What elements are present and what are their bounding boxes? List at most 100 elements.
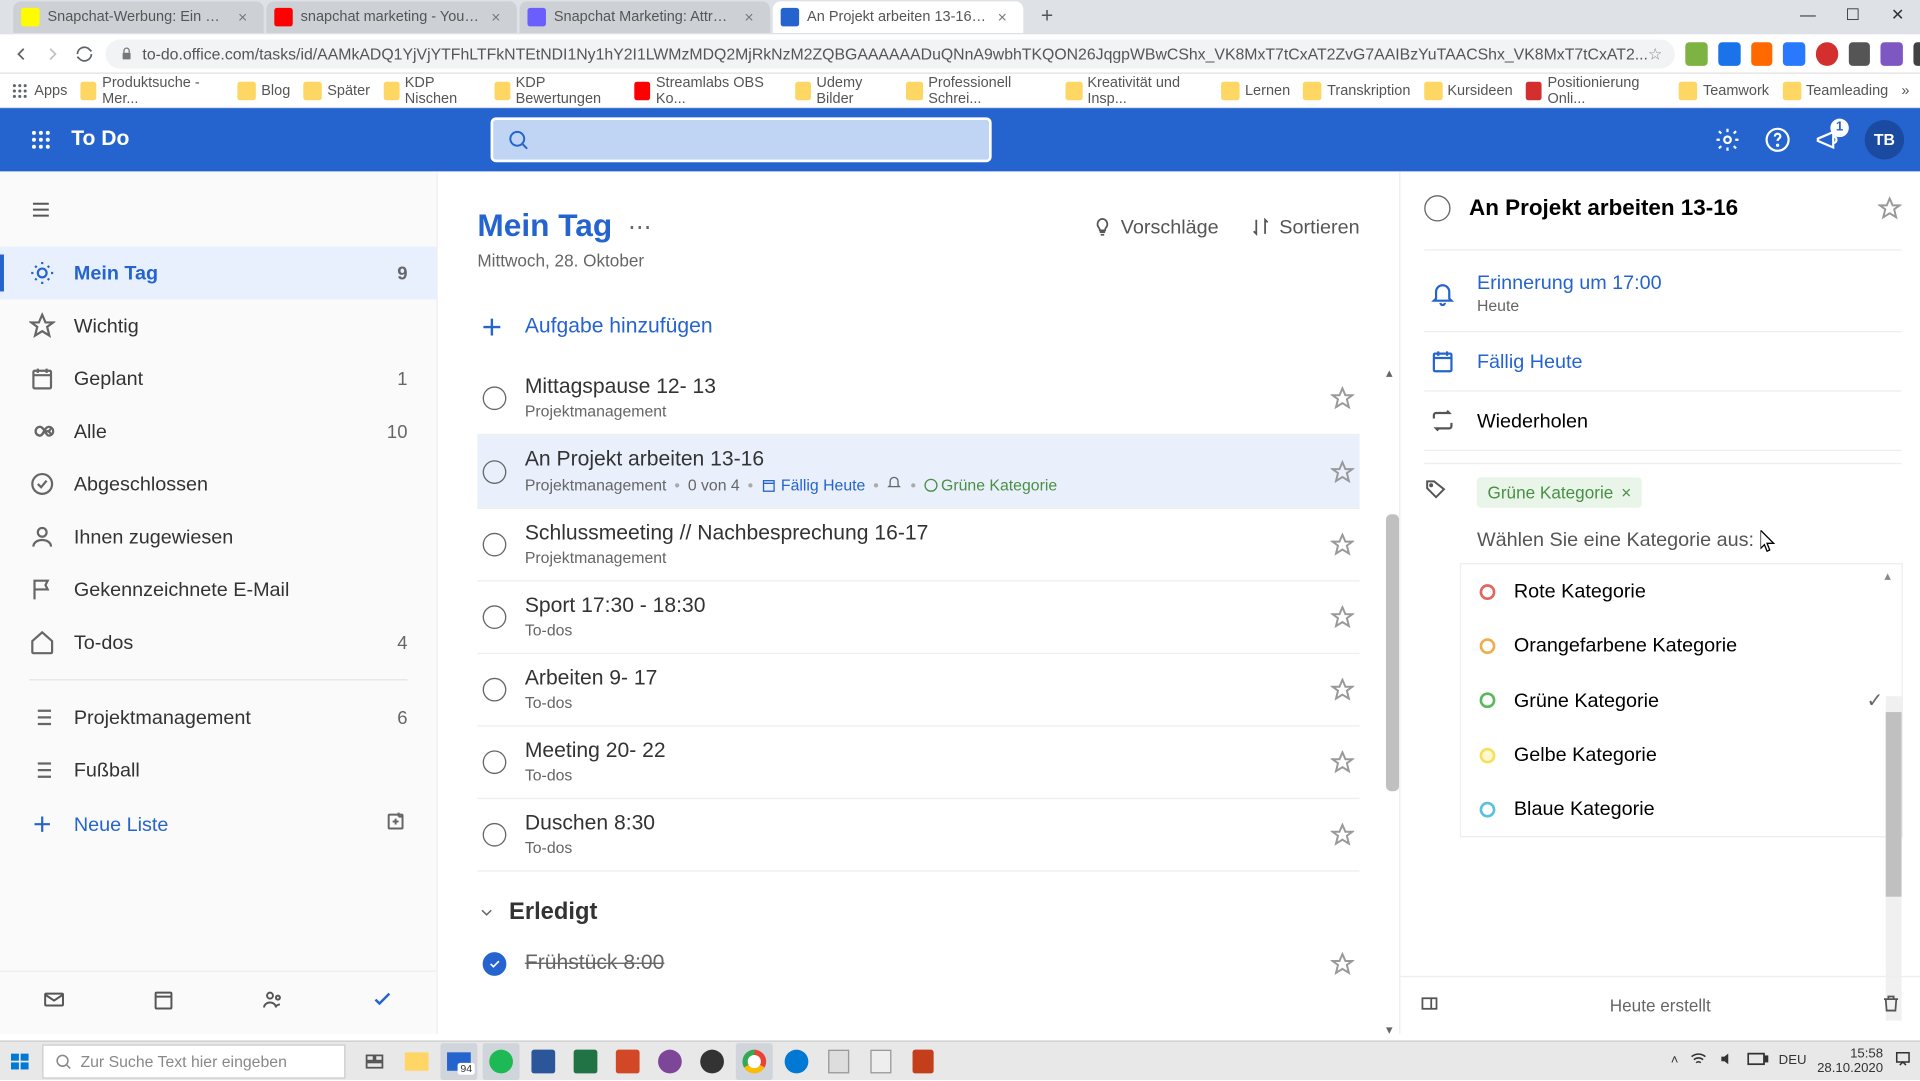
task-checkbox[interactable] — [483, 605, 507, 629]
start-button[interactable] — [0, 1041, 40, 1081]
excel-icon[interactable] — [567, 1042, 604, 1079]
close-icon[interactable]: × — [741, 9, 757, 25]
bookmark[interactable]: Lernen — [1221, 81, 1290, 99]
obs-icon[interactable] — [694, 1042, 731, 1079]
notification-center-icon[interactable] — [1894, 1050, 1912, 1072]
maximize-button[interactable]: ☐ — [1830, 0, 1875, 29]
extension-icon[interactable] — [1783, 42, 1805, 66]
list-menu-icon[interactable]: ⋯ — [628, 213, 652, 241]
app-icon[interactable] — [862, 1042, 899, 1079]
minimize-button[interactable]: — — [1786, 0, 1831, 29]
star-icon[interactable] — [1331, 750, 1355, 774]
browser-tab[interactable]: Snapchat-Werbung: Ein Leitfad × — [13, 1, 264, 33]
tray-chevron-icon[interactable]: ˄ — [1671, 1054, 1679, 1069]
task-checkbox[interactable] — [483, 386, 507, 410]
browser-tab[interactable]: snapchat marketing - YouTube × — [266, 1, 517, 33]
category-option-yellow[interactable]: Gelbe Kategorie — [1461, 728, 1901, 782]
star-icon[interactable] — [1878, 196, 1902, 220]
volume-icon[interactable] — [1718, 1050, 1736, 1072]
reminder-row[interactable]: Erinnerung um 17:00Heute — [1424, 256, 1901, 332]
task-checkbox-checked[interactable] — [483, 952, 507, 976]
task-row[interactable]: Meeting 20- 22To-dos — [477, 727, 1359, 800]
sidebar-item-myday[interactable]: Mein Tag 9 — [0, 247, 436, 300]
back-button[interactable] — [11, 42, 32, 66]
chrome-icon[interactable] — [736, 1042, 773, 1079]
task-checkbox[interactable] — [483, 533, 507, 557]
star-icon[interactable] — [1331, 460, 1355, 484]
bookmark[interactable]: Transkription — [1303, 81, 1410, 99]
help-button[interactable] — [1764, 127, 1790, 153]
hide-panel-button[interactable] — [1419, 993, 1440, 1018]
bookmark[interactable]: Blog — [238, 81, 291, 99]
scrollbar[interactable]: ▴ ▾ — [1386, 367, 1399, 1034]
app-icon[interactable] — [651, 1042, 688, 1079]
scrollbar-thumb[interactable] — [1386, 514, 1399, 791]
sidebar-item-flagged[interactable]: Gekennzeichnete E-Mail — [0, 563, 436, 616]
app-launcher-button[interactable] — [16, 128, 66, 152]
todo-app-icon[interactable] — [327, 988, 436, 1018]
bookmark[interactable]: Produktsuche - Mer... — [81, 75, 225, 107]
star-icon[interactable] — [1331, 386, 1355, 410]
sidebar-item-planned[interactable]: Geplant 1 — [0, 352, 436, 405]
taskbar-search[interactable]: Zur Suche Text hier eingeben — [42, 1044, 345, 1078]
task-row[interactable]: Arbeiten 9- 17To-dos — [477, 654, 1359, 727]
bookmark[interactable]: Später — [303, 81, 369, 99]
forward-button[interactable] — [42, 42, 63, 66]
bookmark[interactable]: Streamlabs OBS Ko... — [634, 75, 781, 107]
calendar-app-icon[interactable] — [109, 988, 218, 1018]
sidebar-list-football[interactable]: Fußball — [0, 744, 436, 797]
sidebar-item-assigned[interactable]: Ihnen zugewiesen — [0, 510, 436, 563]
extension-icon[interactable] — [1881, 42, 1903, 66]
close-window-button[interactable]: ✕ — [1875, 0, 1920, 29]
star-icon[interactable] — [1331, 823, 1355, 847]
dropdown-scrollbar[interactable] — [1886, 696, 1902, 1020]
settings-button[interactable] — [1714, 127, 1740, 153]
task-row[interactable]: Schlussmeeting // Nachbesprechung 16-17P… — [477, 509, 1359, 582]
powerpoint-icon[interactable] — [609, 1042, 646, 1079]
task-row[interactable]: Sport 17:30 - 18:30To-dos — [477, 582, 1359, 655]
bookmark-star-icon[interactable]: ☆ — [1648, 44, 1662, 62]
sidebar-list-project[interactable]: Projektmanagement 6 — [0, 691, 436, 744]
scroll-up-icon[interactable]: ▴ — [1386, 367, 1397, 378]
task-checkbox[interactable] — [483, 823, 507, 847]
category-option-red[interactable]: Rote Kategorie▴ — [1461, 564, 1901, 618]
add-task-input[interactable]: Aufgabe hinzufügen — [477, 299, 1399, 354]
bookmark[interactable]: Kursideen — [1424, 81, 1513, 99]
delete-task-button[interactable] — [1880, 993, 1901, 1018]
battery-icon[interactable] — [1747, 1052, 1768, 1069]
app-icon[interactable] — [820, 1042, 857, 1079]
sidebar-item-completed[interactable]: Abgeschlossen — [0, 458, 436, 511]
task-checkbox[interactable] — [483, 750, 507, 774]
bookmark[interactable]: Teamwork — [1679, 81, 1769, 99]
scroll-up-icon[interactable]: ▴ — [1884, 570, 1891, 585]
repeat-row[interactable]: Wiederholen — [1424, 392, 1901, 451]
bookmark[interactable]: KDP Nischen — [383, 75, 481, 107]
detail-checkbox[interactable] — [1424, 195, 1450, 221]
extension-icon[interactable] — [1913, 42, 1920, 66]
bookmark[interactable]: Udemy Bilder — [795, 75, 894, 107]
extension-icon[interactable] — [1816, 42, 1838, 66]
detail-title[interactable]: An Projekt arbeiten 13-16 — [1469, 195, 1878, 221]
sidebar-item-all[interactable]: Alle 10 — [0, 405, 436, 458]
sort-button[interactable]: Sortieren — [1250, 216, 1359, 238]
new-list-button[interactable]: Neue Liste — [0, 796, 436, 851]
close-icon[interactable]: × — [994, 9, 1010, 25]
due-date-row[interactable]: Fällig Heute — [1424, 332, 1901, 391]
star-icon[interactable] — [1331, 533, 1355, 557]
sidebar-item-important[interactable]: Wichtig — [0, 299, 436, 352]
close-icon[interactable]: × — [235, 9, 251, 25]
sidebar-item-todos[interactable]: To-dos 4 — [0, 616, 436, 669]
language-indicator[interactable]: DEU — [1779, 1054, 1807, 1069]
mail-app-icon[interactable] — [0, 988, 109, 1018]
star-icon[interactable] — [1331, 605, 1355, 629]
news-button[interactable]: 1 — [1815, 127, 1841, 153]
bookmarks-overflow-icon[interactable]: » — [1901, 82, 1909, 98]
reload-button[interactable] — [74, 42, 95, 66]
browser-tab-active[interactable]: An Projekt arbeiten 13-16 - To D × — [773, 1, 1024, 33]
task-checkbox[interactable] — [483, 460, 507, 484]
extension-icon[interactable] — [1848, 42, 1870, 66]
close-icon[interactable]: × — [488, 9, 504, 25]
task-row[interactable]: Mittagspause 12- 13Projektmanagement — [477, 363, 1359, 436]
completed-section-toggle[interactable]: Erledigt — [477, 898, 1399, 926]
word-icon[interactable] — [525, 1042, 562, 1079]
